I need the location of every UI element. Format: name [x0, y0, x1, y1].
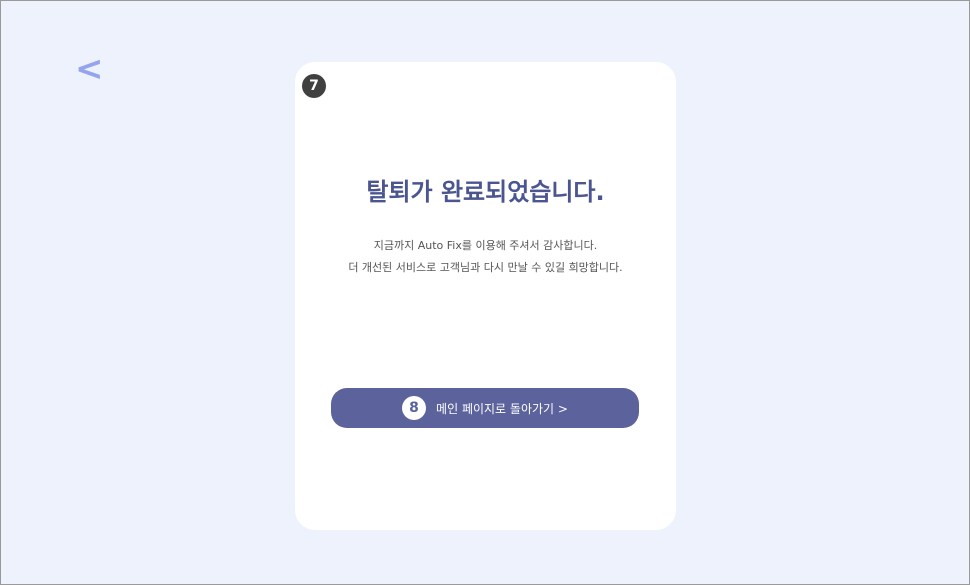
message-line-hope: 더 개선된 서비스로 고객님과 다시 만날 수 있길 희망합니다. — [348, 261, 623, 274]
go-to-main-page-button[interactable]: 8 메인 페이지로 돌아가기 > — [331, 388, 639, 428]
page-background: < 7 탈퇴가 완료되었습니다. 지금까지 Auto Fix를 이용해 주셔서 … — [0, 0, 970, 585]
back-arrow-icon[interactable]: < — [75, 52, 104, 86]
message-line-thanks: 지금까지 Auto Fix를 이용해 주셔서 감사합니다. — [373, 239, 598, 252]
step-marker-badge: 7 — [302, 74, 326, 98]
withdrawal-complete-card: 7 탈퇴가 완료되었습니다. 지금까지 Auto Fix를 이용해 주셔서 감사… — [295, 62, 676, 530]
step-marker-badge: 8 — [402, 396, 427, 420]
completion-message: 지금까지 Auto Fix를 이용해 주셔서 감사합니다. 더 개선된 서비스로… — [295, 235, 676, 279]
page-title: 탈퇴가 완료되었습니다. — [366, 178, 605, 206]
go-to-main-page-label: 메인 페이지로 돌아가기 > — [436, 401, 568, 416]
